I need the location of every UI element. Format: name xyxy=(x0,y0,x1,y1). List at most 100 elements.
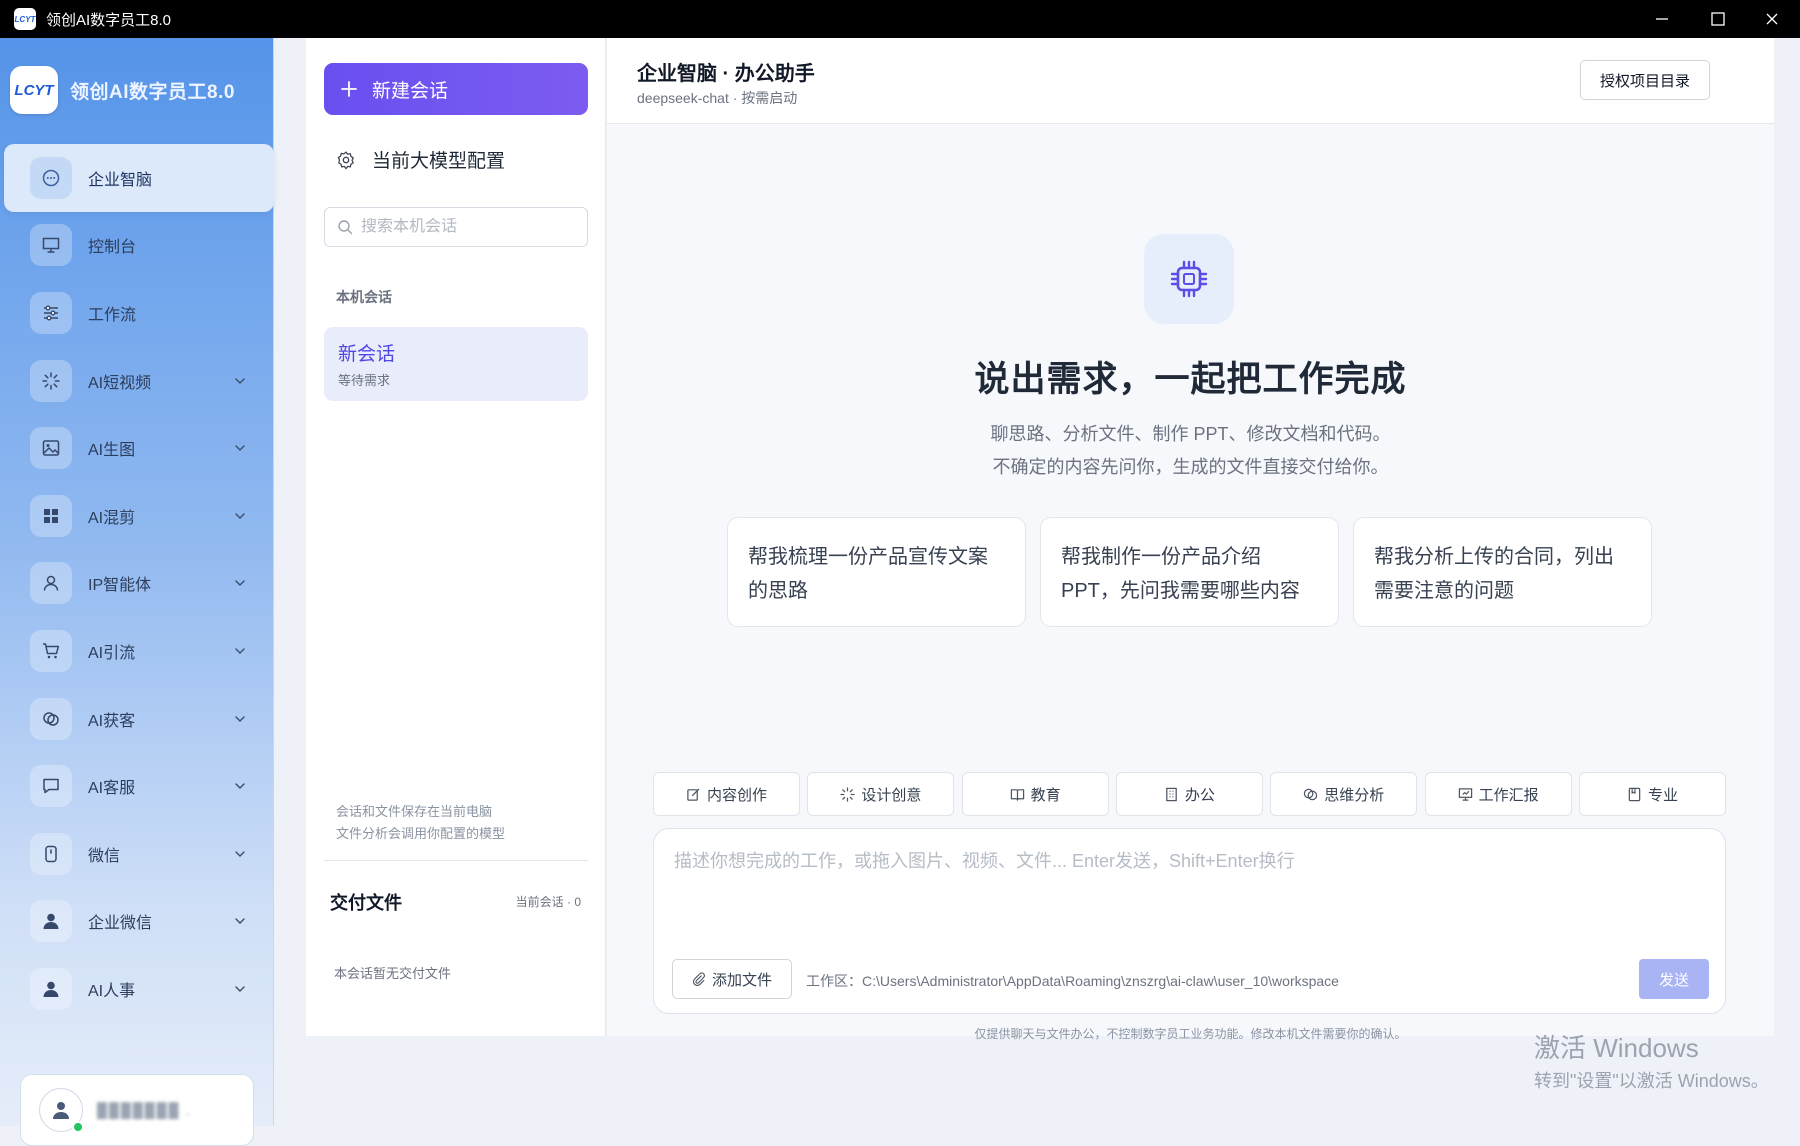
send-button[interactable]: 发送 xyxy=(1639,959,1709,999)
sidebar-item-label: 控制台 xyxy=(88,239,137,257)
gear-icon xyxy=(337,150,354,169)
sidebar-item[interactable]: AI短视频 xyxy=(0,347,274,415)
sidebar-item[interactable]: IP智能体 xyxy=(0,550,274,618)
sidebar-item[interactable]: 微信 xyxy=(0,820,274,888)
title-bar: LCYT 领创AI数字员工8.0 xyxy=(0,0,1800,38)
deliverables-title: 交付文件 xyxy=(330,893,402,913)
add-file-button[interactable]: 添加文件 xyxy=(672,959,792,999)
chip-professional[interactable]: 专业 xyxy=(1578,772,1726,816)
sidebar-item-label: AI人事 xyxy=(88,982,136,1000)
minimize-icon xyxy=(1656,18,1668,20)
conversation-item[interactable]: 新会话 等待需求 xyxy=(324,327,588,401)
minimize-button[interactable] xyxy=(1634,0,1690,38)
sidebar-item[interactable]: AI获客 xyxy=(0,685,274,753)
sidebar-item-icon-box xyxy=(30,765,72,808)
sidebar-item-label: AI引流 xyxy=(88,644,136,662)
close-button[interactable] xyxy=(1744,0,1800,38)
chip-office[interactable]: 办公 xyxy=(1115,772,1263,816)
chevron-down-icon xyxy=(235,445,245,452)
new-conversation-label: 新建会话 xyxy=(372,80,449,102)
model-config-label: 当前大模型配置 xyxy=(372,151,506,172)
sidebar-item-label: AI混剪 xyxy=(88,509,136,527)
phone-icon xyxy=(45,845,57,862)
chevron-down-icon xyxy=(235,580,245,587)
brand: LCYT 领创AI数字员工8.0 xyxy=(10,66,235,114)
sidebar-item-icon-box xyxy=(30,494,72,537)
deliverables-count: 当前会话 · 0 xyxy=(515,895,581,909)
watermark-line2: 转到"设置"以激活 Windows。 xyxy=(1534,1071,1769,1091)
suggestion-card[interactable]: 帮我梳理一份产品宣传文案的思路 xyxy=(727,517,1026,627)
chip-content-creation[interactable]: 内容创作 xyxy=(653,772,800,816)
windows-activation-watermark: 激活 Windows 转到"设置"以激活 Windows。 xyxy=(1534,1028,1769,1093)
add-file-label: 添加文件 xyxy=(711,971,772,989)
chevron-down-icon xyxy=(235,377,245,384)
chip-label: 思维分析 xyxy=(1324,786,1385,804)
sliders-icon xyxy=(44,305,58,321)
sidebar-item[interactable]: AI人事 xyxy=(0,955,274,1023)
sidebar-item[interactable]: 企业微信 xyxy=(0,888,274,956)
hero-badge xyxy=(1144,234,1234,324)
new-conversation-button[interactable]: 新建会话 xyxy=(324,63,588,115)
sidebar-item[interactable]: 企业智脑 xyxy=(0,144,274,212)
chevron-down-icon xyxy=(235,986,245,992)
user-name: ███████ . xyxy=(97,1102,193,1118)
person-solid-icon xyxy=(43,914,59,930)
chevron-down-icon xyxy=(235,918,245,925)
sidebar-item-icon-box xyxy=(30,156,72,199)
image-icon xyxy=(42,440,60,456)
book-icon xyxy=(1010,788,1024,801)
chat-circles-icon xyxy=(1304,788,1318,800)
sidebar-item-icon-box xyxy=(30,967,72,1010)
avatar xyxy=(39,1088,84,1133)
message-input[interactable] xyxy=(674,847,1694,927)
suggestion-card[interactable]: 帮我分析上传的合同，列出需要注意的问题 xyxy=(1353,517,1652,627)
sidebar-item-icon-box xyxy=(30,629,72,672)
close-icon xyxy=(1766,13,1778,25)
chip-label: 内容创作 xyxy=(706,786,767,804)
sidebar-item[interactable]: 控制台 xyxy=(0,212,274,280)
hero-subtitle-line2: 不确定的内容先问你，生成的文件直接交付给你。 xyxy=(992,457,1389,477)
sidebar-item-label: 微信 xyxy=(88,847,121,865)
chip-label: 设计创意 xyxy=(861,786,922,804)
sidebar-divider xyxy=(0,1051,273,1052)
sidebar-item[interactable]: AI混剪 xyxy=(0,482,274,550)
category-chips: 内容创作 设计创意 教育 办公 思维分析 工作汇报 专业 xyxy=(653,772,1726,816)
sidebar: LCYT 领创AI数字员工8.0 企业智脑控制台工作流 AI短视频 AI生图 AI混剪… xyxy=(0,38,274,1146)
sidebar-item[interactable]: AI引流 xyxy=(0,617,274,685)
sidebar-item[interactable]: AI生图 xyxy=(0,414,274,482)
brand-logo-icon: LCYT xyxy=(10,66,58,114)
chip-education[interactable]: 教育 xyxy=(961,772,1109,816)
chip-label: 教育 xyxy=(1030,786,1061,804)
sidebar-item-label: 企业微信 xyxy=(88,915,153,933)
brand-name: 领创AI数字员工8.0 xyxy=(70,81,235,103)
sidebar-item-icon-box xyxy=(30,697,72,740)
sidebar-item-icon-box xyxy=(30,900,72,943)
watermark-line1: 激活 Windows xyxy=(1534,1033,1699,1063)
chevron-down-icon xyxy=(235,783,245,790)
chip-label: 专业 xyxy=(1647,786,1678,804)
sidebar-item[interactable]: AI客服 xyxy=(0,752,274,820)
conversation-title: 新会话 xyxy=(338,344,396,365)
monitor-icon xyxy=(42,238,60,254)
chevron-down-icon xyxy=(235,513,245,519)
conversation-search xyxy=(324,207,588,247)
sidebar-item-label: AI客服 xyxy=(88,780,136,798)
chip-icon xyxy=(1170,260,1208,298)
suggestion-card[interactable]: 帮我制作一份产品介绍 PPT，先问我需要哪些内容 xyxy=(1040,517,1339,627)
sidebar-item-label: AI短视频 xyxy=(88,374,152,392)
authorize-directory-button[interactable]: 授权项目目录 xyxy=(1580,60,1710,100)
search-input[interactable] xyxy=(361,218,571,236)
maximize-button[interactable] xyxy=(1690,0,1746,38)
building-icon xyxy=(1166,787,1177,801)
page-title: 企业智脑 · 办公助手 xyxy=(637,63,815,85)
grid-icon xyxy=(44,508,58,523)
sidebar-item[interactable]: 工作流 xyxy=(0,279,274,347)
model-config-button[interactable]: 当前大模型配置 xyxy=(336,146,505,173)
chip-work-report[interactable]: 工作汇报 xyxy=(1424,772,1572,816)
user-card[interactable]: ███████ . xyxy=(20,1074,254,1146)
chip-design[interactable]: 设计创意 xyxy=(807,772,955,816)
chip-thinking[interactable]: 思维分析 xyxy=(1270,772,1418,816)
user-icon xyxy=(43,576,59,591)
maximize-icon xyxy=(1711,12,1725,26)
sparkle-icon xyxy=(42,371,60,390)
